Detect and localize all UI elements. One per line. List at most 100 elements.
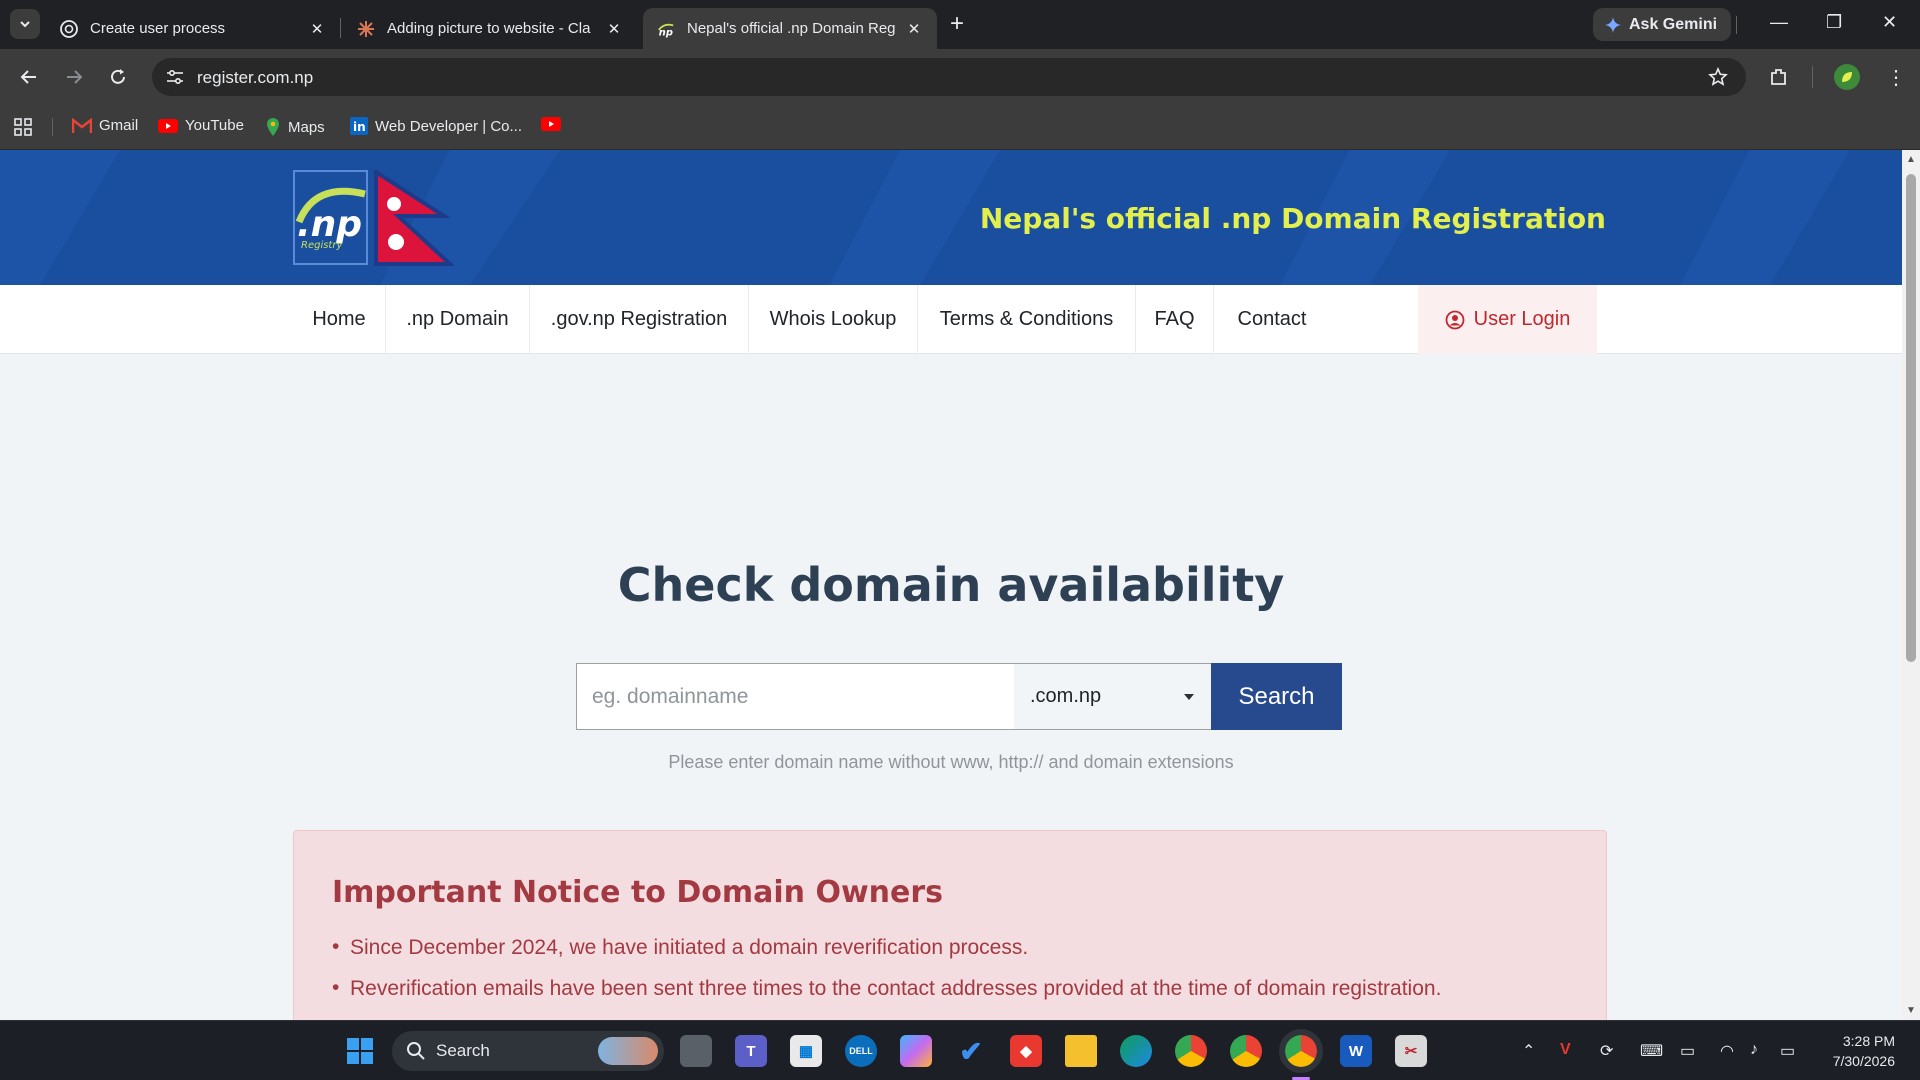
volume-icon[interactable]: ♪ — [1750, 1041, 1758, 1059]
bookmark-gmail[interactable]: Gmail — [72, 117, 138, 134]
page-scrollbar[interactable]: ▲ ▼ — [1902, 150, 1920, 1020]
apps-grid-icon[interactable] — [14, 118, 32, 136]
antivirus-tray-icon[interactable]: V — [1560, 1041, 1571, 1059]
arrow-left-icon — [20, 70, 36, 84]
browser-menu-icon[interactable]: ⋮ — [1886, 65, 1906, 90]
star-bookmark-icon[interactable] — [1708, 67, 1728, 87]
system-clock[interactable]: 3:28 PM 7/30/2026 — [1822, 1031, 1895, 1071]
show-hidden-icons-icon[interactable]: ⌃ — [1522, 1041, 1535, 1061]
anydesk-icon[interactable]: ◆ — [1010, 1035, 1042, 1067]
svg-text:in: in — [353, 120, 366, 134]
site-header: .np Registry Nepal's official .np Domain… — [0, 150, 1902, 285]
toolbar-divider — [1812, 66, 1813, 88]
tab-title: Adding picture to website - Cla — [387, 20, 591, 37]
nav-faq[interactable]: FAQ — [1136, 285, 1214, 354]
reload-icon — [111, 69, 125, 84]
user-login-label: User Login — [1473, 308, 1571, 330]
bookmark-youtube-2[interactable] — [541, 117, 561, 131]
domain-search-form: .com.np Search — [576, 663, 1344, 730]
svg-text:np: np — [659, 27, 673, 38]
nav-gov-np-registration[interactable]: .gov.np Registration — [530, 285, 749, 354]
logo-subtext: Registry — [301, 240, 343, 251]
nav-contact[interactable]: Contact — [1214, 285, 1330, 354]
important-notice: Important Notice to Domain Owners Since … — [293, 830, 1607, 1020]
close-window-button[interactable]: ✕ — [1882, 12, 1897, 33]
keyboard-tray-icon[interactable]: ⌨ — [1640, 1041, 1663, 1061]
battery-icon[interactable]: ▭ — [1780, 1041, 1795, 1061]
bookmarks-divider — [52, 118, 53, 136]
tab-title: Nepal's official .np Domain Reg — [687, 20, 895, 37]
copilot-icon[interactable] — [900, 1035, 932, 1067]
chevron-down-icon — [20, 21, 30, 28]
teams-icon[interactable]: T — [735, 1035, 767, 1067]
dell-icon[interactable]: DELL — [845, 1035, 877, 1067]
profile-avatar[interactable] — [1834, 64, 1860, 90]
tab-adding-picture[interactable]: Adding picture to website - Cla ✕ — [343, 8, 637, 49]
search-button[interactable]: Search — [1211, 663, 1342, 730]
nav-label: Terms & Conditions — [939, 308, 1114, 330]
new-tab-button[interactable]: + — [950, 12, 964, 36]
nav-whois-lookup[interactable]: Whois Lookup — [749, 285, 918, 354]
url-text: register.com.np — [197, 68, 314, 87]
tld-selected-value: .com.np — [1030, 685, 1102, 707]
restore-button[interactable]: ❐ — [1826, 12, 1842, 33]
address-bar[interactable]: register.com.np — [152, 58, 1746, 96]
chrome-profile-2-icon[interactable] — [1230, 1035, 1262, 1067]
chrome-profile-1-icon[interactable] — [1175, 1035, 1207, 1067]
clock-time: 3:28 PM — [1842, 1033, 1895, 1049]
edge-icon[interactable] — [1120, 1035, 1152, 1067]
openai-icon — [60, 19, 78, 38]
nav-home[interactable]: Home — [293, 285, 386, 354]
nepal-flag-icon — [374, 170, 454, 266]
taskbar-search[interactable]: Search — [392, 1031, 664, 1071]
scroll-down-icon[interactable]: ▼ — [1906, 1005, 1916, 1016]
scroll-up-icon[interactable]: ▲ — [1906, 154, 1916, 165]
tab-np-domain-registration[interactable]: np Nepal's official .np Domain Reg ✕ — [643, 8, 937, 49]
snipping-tool-icon[interactable]: ✂ — [1395, 1035, 1427, 1067]
notice-list: Since December 2024, we have initiated a… — [332, 935, 1568, 1001]
windows-taskbar: Search T ▦ DELL ✔ ◆ W ✂ ⌃ V ⟳ ⌨ ▭ ◠ ♪ ▭ … — [0, 1020, 1920, 1080]
nav-terms-conditions[interactable]: Terms & Conditions — [918, 285, 1136, 354]
display-tray-icon[interactable]: ▭ — [1680, 1041, 1695, 1061]
np-registry-icon: np — [657, 20, 675, 38]
windows-start-icon[interactable] — [344, 1035, 376, 1067]
tab-divider — [340, 18, 341, 38]
site-settings-icon[interactable] — [166, 69, 184, 85]
bookmark-maps[interactable]: Maps — [265, 117, 325, 137]
bookmark-web-developer[interactable]: in Web Developer | Co... — [350, 117, 522, 135]
tld-select[interactable]: .com.np — [1014, 663, 1211, 730]
close-tab-icon[interactable]: ✕ — [905, 20, 923, 38]
sync-tray-icon[interactable]: ⟳ — [1600, 1041, 1613, 1061]
gmail-icon — [72, 117, 92, 133]
caret-down-icon — [1184, 693, 1194, 700]
np-registry-logo[interactable]: .np Registry — [293, 170, 368, 265]
bookmark-youtube[interactable]: YouTube — [158, 117, 244, 134]
todo-icon[interactable]: ✔ — [955, 1035, 987, 1067]
back-button[interactable] — [15, 63, 43, 91]
nav-np-domain[interactable]: .np Domain — [386, 285, 530, 354]
clock-date: 7/30/2026 — [1832, 1053, 1895, 1069]
ask-gemini-label: Ask Gemini — [1629, 15, 1718, 33]
microsoft-store-icon[interactable]: ▦ — [790, 1035, 822, 1067]
forward-button[interactable] — [60, 63, 88, 91]
minimize-button[interactable]: — — [1770, 12, 1788, 33]
word-icon[interactable]: W — [1340, 1035, 1372, 1067]
ask-gemini-button[interactable]: Ask Gemini — [1593, 8, 1732, 41]
reload-button[interactable] — [104, 63, 132, 91]
maps-icon — [267, 118, 279, 136]
file-explorer-icon[interactable] — [1065, 1035, 1097, 1067]
bookmark-label: YouTube — [185, 117, 244, 134]
notice-item: Since December 2024, we have initiated a… — [332, 935, 1568, 960]
user-login-button[interactable]: User Login — [1418, 285, 1597, 354]
nav-label: .np Domain — [406, 308, 509, 330]
close-tab-icon[interactable]: ✕ — [605, 20, 623, 38]
scrollbar-thumb[interactable] — [1906, 174, 1916, 662]
domain-name-input[interactable] — [576, 663, 1014, 730]
tab-search-button[interactable] — [10, 9, 40, 39]
tab-create-user-process[interactable]: Create user process ✕ — [46, 8, 340, 49]
extensions-icon[interactable] — [1768, 66, 1790, 88]
chrome-active-icon[interactable] — [1279, 1029, 1323, 1073]
wifi-icon[interactable]: ◠ — [1720, 1041, 1734, 1061]
close-tab-icon[interactable]: ✕ — [308, 20, 326, 38]
task-view-icon[interactable] — [680, 1035, 712, 1067]
